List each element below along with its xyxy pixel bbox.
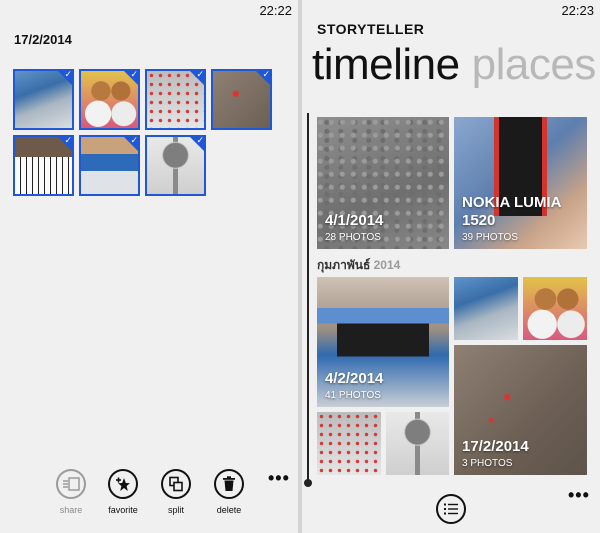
- story-tile-17-2-2014[interactable]: 17/2/2014 3 PHOTOS: [454, 345, 587, 475]
- timeline-line: [307, 113, 309, 485]
- check-icon: ✓: [196, 135, 204, 145]
- split-label: split: [167, 505, 184, 515]
- share-icon: [63, 477, 80, 491]
- thumbnail-plush-toys[interactable]: ✓: [79, 69, 140, 130]
- delete-button[interactable]: delete: [204, 469, 254, 515]
- story-tile-4-2-2014[interactable]: 4/2/2014 41 PHOTOS: [317, 277, 449, 407]
- story-tile-4-1-2014[interactable]: 4/1/2014 28 PHOTOS: [317, 117, 449, 249]
- favorite-label: favorite: [108, 505, 138, 515]
- story-photo-plush-toys[interactable]: [523, 277, 587, 340]
- month-name: กุมภาพันธ์: [317, 258, 371, 272]
- star-plus-icon: [116, 477, 130, 491]
- favorite-button[interactable]: favorite: [98, 469, 148, 515]
- timeline-end-dot: [304, 479, 312, 487]
- story-title: NOKIA LUMIA 1520: [462, 194, 561, 229]
- thumbnail-tablecloth[interactable]: ✓: [145, 69, 206, 130]
- story-title: 17/2/2014: [462, 438, 529, 455]
- app-bar: share favorite split delete •••: [0, 463, 298, 533]
- story-count: 41 PHOTOS: [325, 390, 381, 401]
- split-icon: [169, 476, 183, 492]
- left-phone-screen: 22:22 17/2/2014 ✓ ✓ ✓ ✓ ✓ ✓ ✓ share favo…: [0, 0, 298, 533]
- month-header: กุมภาพันธ์ 2014: [317, 256, 400, 275]
- delete-label: delete: [216, 505, 242, 515]
- story-photo-desk-fan[interactable]: [386, 412, 449, 475]
- status-clock: 22:22: [259, 3, 292, 18]
- thumbnail-laser-dot[interactable]: ✓: [211, 69, 272, 130]
- trash-icon: [223, 476, 235, 491]
- story-count: 39 PHOTOS: [462, 232, 518, 243]
- check-icon: ✓: [196, 69, 204, 79]
- check-icon: ✓: [130, 69, 138, 79]
- story-title: 4/2/2014: [325, 370, 384, 387]
- pivot-places[interactable]: places: [472, 40, 597, 89]
- story-photo-tablecloth[interactable]: [317, 412, 381, 475]
- more-options-button[interactable]: •••: [568, 486, 590, 504]
- pivot-timeline[interactable]: timeline: [312, 40, 460, 89]
- month-year: 2014: [373, 258, 401, 272]
- share-button[interactable]: share: [46, 469, 96, 515]
- status-clock: 22:23: [561, 3, 594, 18]
- share-label: share: [59, 505, 83, 515]
- thumbnail-piano-keys[interactable]: ✓: [13, 135, 74, 196]
- page-title: 17/2/2014: [14, 32, 72, 47]
- list-view-button[interactable]: [436, 494, 466, 524]
- check-icon: ✓: [130, 135, 138, 145]
- more-options-button[interactable]: •••: [268, 469, 290, 487]
- story-photo-lumia-box[interactable]: [454, 277, 518, 340]
- story-count: 28 PHOTOS: [325, 232, 381, 243]
- story-title: 4/1/2014: [325, 212, 384, 229]
- story-count: 3 PHOTOS: [462, 458, 513, 469]
- check-icon: ✓: [64, 135, 72, 145]
- thumbnail-desk-fan[interactable]: ✓: [145, 135, 206, 196]
- list-icon: [444, 503, 458, 515]
- story-tile-nokia-lumia-1520[interactable]: NOKIA LUMIA 1520 39 PHOTOS: [454, 117, 587, 249]
- check-icon: ✓: [64, 69, 72, 79]
- pivot-header: timeline places: [312, 40, 596, 90]
- split-button[interactable]: split: [151, 469, 201, 515]
- check-icon: ✓: [262, 69, 270, 79]
- thumbnail-lumia-box[interactable]: ✓: [13, 69, 74, 130]
- right-phone-screen: 22:23 STORYTELLER timeline places 4/1/201…: [302, 0, 600, 533]
- thumbnail-desk-items[interactable]: ✓: [79, 135, 140, 196]
- app-title: STORYTELLER: [317, 21, 425, 37]
